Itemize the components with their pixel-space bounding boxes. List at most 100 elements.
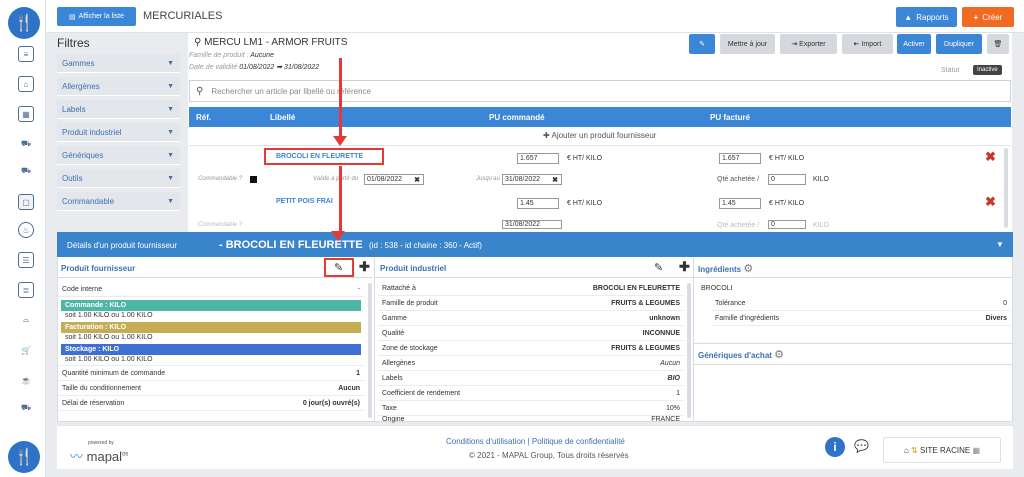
activate-button[interactable]: Activer xyxy=(897,34,931,54)
pi-scrollbar[interactable] xyxy=(687,283,691,418)
show-list-button[interactable]: ▤ Afficher la liste xyxy=(57,7,136,26)
plus-icon[interactable]: ✚ xyxy=(359,259,370,275)
truck-icon[interactable]: ⛟ xyxy=(18,136,34,152)
filter-generiques[interactable]: Génériques ▼ xyxy=(57,146,180,165)
menu-card-icon[interactable]: ☰ xyxy=(18,252,34,268)
app-logo-icon[interactable]: 🍴 xyxy=(8,7,40,39)
row-value: 0 xyxy=(1003,299,1007,307)
filter-produit-industriel[interactable]: Produit industriel ▼ xyxy=(57,123,180,142)
product-name-link[interactable]: PETIT POIS FRAI xyxy=(276,198,333,205)
col-libelle: Libellé xyxy=(270,113,296,122)
details-meta: (id : 538 - id chaine : 360 - Actif) xyxy=(369,241,482,250)
facturation-sub: soit 1.00 KILO ou 1.00 KILO xyxy=(65,334,153,341)
pf-title: Produit fournisseur xyxy=(61,264,136,273)
add-product-link[interactable]: ✚ Ajouter un produit fournisseur xyxy=(543,131,656,140)
generiques-title: Génériques d'achat xyxy=(698,351,772,360)
cart-icon[interactable]: 🛒 xyxy=(18,342,34,358)
pu-facture-input[interactable]: 1.657 xyxy=(719,153,761,164)
table-scrollbar[interactable] xyxy=(1004,148,1008,228)
valide-date: 01/08/2022 xyxy=(367,176,403,183)
collapse-icon[interactable]: ▼ xyxy=(996,240,1004,249)
commande-bar: Commande : KILO xyxy=(61,300,361,311)
pi-title: Produit industriel xyxy=(380,264,447,273)
valide-date-input[interactable]: 01/08/2022 ✖ xyxy=(364,174,424,185)
import-label: Import xyxy=(861,40,882,48)
rapports-button[interactable]: ▲ Rapports xyxy=(896,7,957,27)
row-label: Délai de réservation xyxy=(62,399,125,407)
mercu-name: MERCU LM1 - ARMOR FRUITS xyxy=(204,37,348,48)
chart-icon: ▲ xyxy=(904,12,913,22)
create-button[interactable]: + Créer xyxy=(962,7,1014,27)
edit-pencil-button[interactable]: ✎ xyxy=(689,34,715,54)
search-icon: ⚲ xyxy=(196,85,204,97)
filter-labels[interactable]: Labels ▼ xyxy=(57,100,180,119)
info-icon[interactable]: i xyxy=(825,437,845,457)
search-bar[interactable]: ⚲ Rechercher un article par libellé ou r… xyxy=(189,80,1011,102)
chat-icon[interactable]: 💬 xyxy=(854,439,869,453)
clipboard-icon[interactable]: ≡ xyxy=(18,46,34,62)
remove-row-icon[interactable]: ✖ xyxy=(985,149,996,165)
status-badge: Inactive xyxy=(973,65,1002,75)
detail-row: Quantité minimum de commande 1 xyxy=(58,366,364,381)
cloche-icon[interactable]: ⌓ xyxy=(18,312,34,328)
building-icon: ▦ xyxy=(972,445,981,455)
filter-gammes[interactable]: Gammes ▼ xyxy=(57,54,180,73)
mercu-title: ⚲ MERCU LM1 - ARMOR FRUITS xyxy=(194,37,347,48)
cgu-link[interactable]: Conditions d'utilisation xyxy=(446,437,525,446)
detail-row: Taxe 10% xyxy=(378,401,684,416)
col-pu-facture: PU facturé xyxy=(710,113,751,122)
cup-icon[interactable]: ☕ xyxy=(18,372,34,388)
jusqu-date-input[interactable]: 31/08/2022 xyxy=(502,220,562,229)
plus-icon: + xyxy=(973,12,979,22)
delivery-icon[interactable]: ⛟ xyxy=(18,163,34,179)
jusqu-date-input[interactable]: 31/08/2022 ✖ xyxy=(502,174,562,185)
gear-icon[interactable]: ⚙ xyxy=(743,263,753,275)
pf-scrollbar[interactable] xyxy=(368,283,372,418)
qte-input[interactable]: 0 xyxy=(768,220,806,229)
product-name-link[interactable]: BROCOLI EN FLEURETTE xyxy=(276,153,363,160)
row-value: BIO xyxy=(667,374,680,382)
pencil-icon[interactable]: ✎ xyxy=(334,261,343,274)
filter-label: Produit industriel xyxy=(62,127,122,137)
gear-icon[interactable]: ⚙ xyxy=(774,349,784,361)
pu-commande-input[interactable]: 1.657 xyxy=(517,153,559,164)
detail-row: Famille d'ingrédients Divers xyxy=(711,311,1011,326)
export-button[interactable]: ⇥ Exporter xyxy=(780,34,837,54)
pu-commande-input[interactable]: 1.45 xyxy=(517,198,559,209)
store-icon[interactable]: ⌂ xyxy=(18,76,34,92)
clear-icon[interactable]: ✖ xyxy=(552,176,558,184)
privacy-link[interactable]: Politique de confidentialité xyxy=(532,437,625,446)
box-icon[interactable]: ▢ xyxy=(18,194,34,210)
divider xyxy=(693,258,694,421)
row-label: Allergènes xyxy=(382,359,416,367)
filter-outils[interactable]: Outils ▼ xyxy=(57,169,180,188)
filter-allergenes[interactable]: Allergènes ▼ xyxy=(57,77,180,96)
import-icon: ⇤ xyxy=(853,41,860,48)
delete-button[interactable]: 🗑 xyxy=(987,34,1009,54)
chef-hat-icon[interactable]: ♨ xyxy=(18,222,34,238)
detail-row: Zone de stockage FRUITS & LEGUMES xyxy=(378,341,684,356)
qte-input[interactable]: 0 xyxy=(768,174,806,185)
truck-small-icon[interactable]: ⛟ xyxy=(18,400,34,416)
plus-icon[interactable]: ✚ xyxy=(679,259,690,275)
pu-facture-input[interactable]: 1.45 xyxy=(719,198,761,209)
filter-label: Génériques xyxy=(62,150,104,160)
site-selector[interactable]: ⌂ ⇅ SITE RACINE ▦ xyxy=(883,437,1001,463)
filter-commandable[interactable]: Commandable ▼ xyxy=(57,192,180,211)
commandable-checkbox[interactable] xyxy=(250,176,257,183)
building-icon[interactable]: ▦ xyxy=(18,106,34,122)
detail-row: Gamme unknown xyxy=(378,311,684,326)
commandable-label: Commandable ? xyxy=(198,176,243,182)
bottom-logo-icon[interactable]: 🍴 xyxy=(8,441,40,473)
import-button[interactable]: ⇤ Import xyxy=(842,34,893,54)
clear-icon[interactable]: ✖ xyxy=(414,176,420,184)
remove-row-icon[interactable]: ✖ xyxy=(985,194,996,210)
update-button[interactable]: Mettre à jour xyxy=(720,34,775,54)
wave-icon: 〰 xyxy=(70,449,84,464)
row-value: Divers xyxy=(985,314,1007,322)
duplicate-button[interactable]: Dupliquer xyxy=(936,34,982,54)
invoice-icon[interactable]: ≣ xyxy=(18,282,34,298)
pencil-icon[interactable]: ✎ xyxy=(654,261,663,274)
detail-row: Tolérance 0 xyxy=(711,296,1011,311)
search-input[interactable]: Rechercher un article par libellé ou réf… xyxy=(211,87,371,96)
